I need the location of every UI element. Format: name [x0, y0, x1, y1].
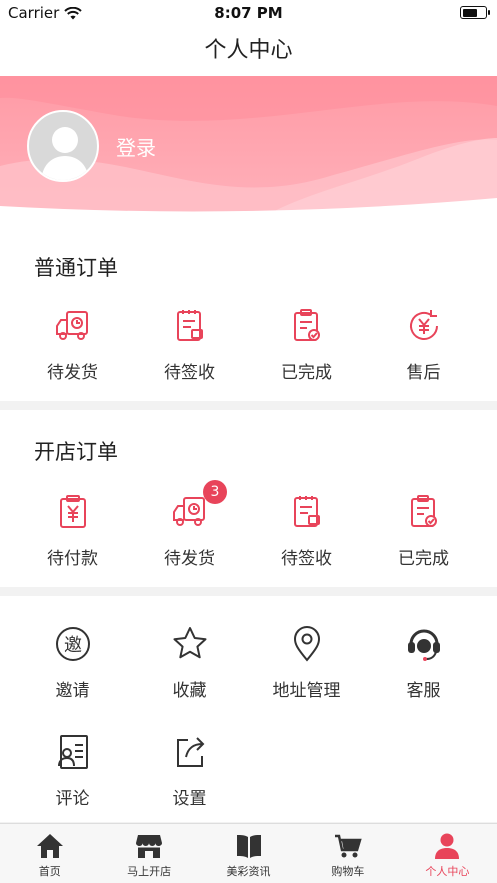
address-label: 地址管理: [272, 681, 341, 701]
tab-news-label: 美彩资讯: [226, 865, 271, 878]
invite-label: 邀请: [55, 681, 90, 701]
home-icon: [36, 834, 63, 858]
login-link[interactable]: 登录: [116, 132, 156, 161]
settings-label: 设置: [172, 789, 207, 809]
shop-orders-title: 开店订单: [34, 440, 118, 464]
tab-profile-label: 个人中心: [425, 865, 470, 878]
normal-order-to-sign-label: 待签收: [164, 363, 215, 383]
invite-item[interactable]: 邀 邀请: [14, 624, 131, 701]
clipboard-check-icon: [410, 495, 437, 527]
normal-order-completed-label: 已完成: [281, 363, 332, 383]
normal-order-to-sign[interactable]: 待签收: [131, 306, 248, 383]
shop-order-to-pay-label: 待付款: [47, 549, 98, 569]
normal-orders-title: 普通订单: [34, 256, 118, 280]
tab-open-shop[interactable]: 马上开店: [99, 824, 198, 883]
truck-icon: [55, 311, 88, 340]
clipboard-icon: [176, 310, 203, 341]
shop-order-completed-label: 已完成: [398, 549, 449, 569]
address-item[interactable]: 地址管理: [248, 624, 365, 701]
shop-orders-section: 开店订单 待付款 3 待发货 待签收 已完成: [0, 410, 497, 587]
normal-orders-section: 普通订单 待发货 待签收 已完成 售后: [0, 226, 497, 401]
comments-label: 评论: [55, 789, 90, 809]
clipboard-check-icon: [293, 309, 320, 341]
normal-order-to-ship-label: 待发货: [47, 363, 98, 383]
hero-bottom-curve: [0, 198, 497, 226]
normal-order-to-ship[interactable]: 待发货: [14, 306, 131, 383]
invite-glyph: 邀: [64, 635, 82, 656]
battery-icon: [460, 6, 490, 19]
normal-order-completed[interactable]: 已完成: [248, 306, 365, 383]
tab-home[interactable]: 首页: [0, 824, 99, 883]
tab-profile[interactable]: 个人中心: [398, 824, 497, 883]
shop-order-to-sign-label: 待签收: [281, 549, 332, 569]
favorites-item[interactable]: 收藏: [131, 624, 248, 701]
favorites-label: 收藏: [172, 681, 207, 701]
comment-icon: [57, 735, 88, 769]
yen-clipboard-icon: [59, 495, 86, 528]
share-icon: [176, 737, 204, 767]
normal-order-after-sales[interactable]: 售后: [365, 306, 482, 383]
location-icon: [293, 626, 320, 662]
shop-icon: [136, 835, 163, 858]
star-icon: [173, 627, 206, 659]
shop-order-completed[interactable]: 已完成: [365, 492, 482, 569]
person-icon: [435, 833, 460, 859]
page-title: 个人中心: [204, 38, 293, 63]
normal-order-after-sales-label: 售后: [406, 363, 441, 383]
book-icon: [236, 835, 261, 858]
shop-order-to-ship[interactable]: 3 待发货: [131, 480, 248, 569]
comments-item[interactable]: 评论: [14, 732, 131, 809]
status-bar: Carrier 8:07 PM: [0, 0, 497, 26]
tab-bar: 首页 马上开店 美彩资讯 购物车 个人中心: [0, 823, 497, 883]
customer-service-item[interactable]: 客服: [365, 624, 482, 701]
clipboard-icon: [293, 496, 320, 527]
customer-service-label: 客服: [406, 681, 441, 701]
avatar[interactable]: [27, 110, 99, 182]
shop-order-to-ship-label: 待发货: [164, 549, 215, 569]
headset-icon: [407, 629, 440, 661]
tab-cart-label: 购物车: [331, 865, 365, 878]
tab-news[interactable]: 美彩资讯: [199, 824, 298, 883]
unread-badge: 3: [203, 480, 227, 504]
profile-header: 登录: [0, 76, 497, 226]
invite-icon: 邀: [55, 627, 90, 661]
truck-icon: [172, 497, 205, 526]
yen-refresh-icon: [409, 310, 438, 340]
settings-item[interactable]: 设置: [131, 732, 248, 809]
services-section: 邀 邀请 收藏 地址管理 客服 评论 设置: [0, 596, 497, 822]
tab-open-shop-label: 马上开店: [127, 865, 172, 878]
tab-cart[interactable]: 购物车: [298, 824, 397, 883]
shop-order-to-sign[interactable]: 待签收: [248, 492, 365, 569]
tab-home-label: 首页: [38, 865, 61, 878]
clock: 8:07 PM: [214, 4, 283, 22]
cart-icon: [334, 834, 362, 858]
shop-order-to-pay[interactable]: 待付款: [14, 492, 131, 569]
nav-bar: 个人中心: [0, 26, 497, 76]
